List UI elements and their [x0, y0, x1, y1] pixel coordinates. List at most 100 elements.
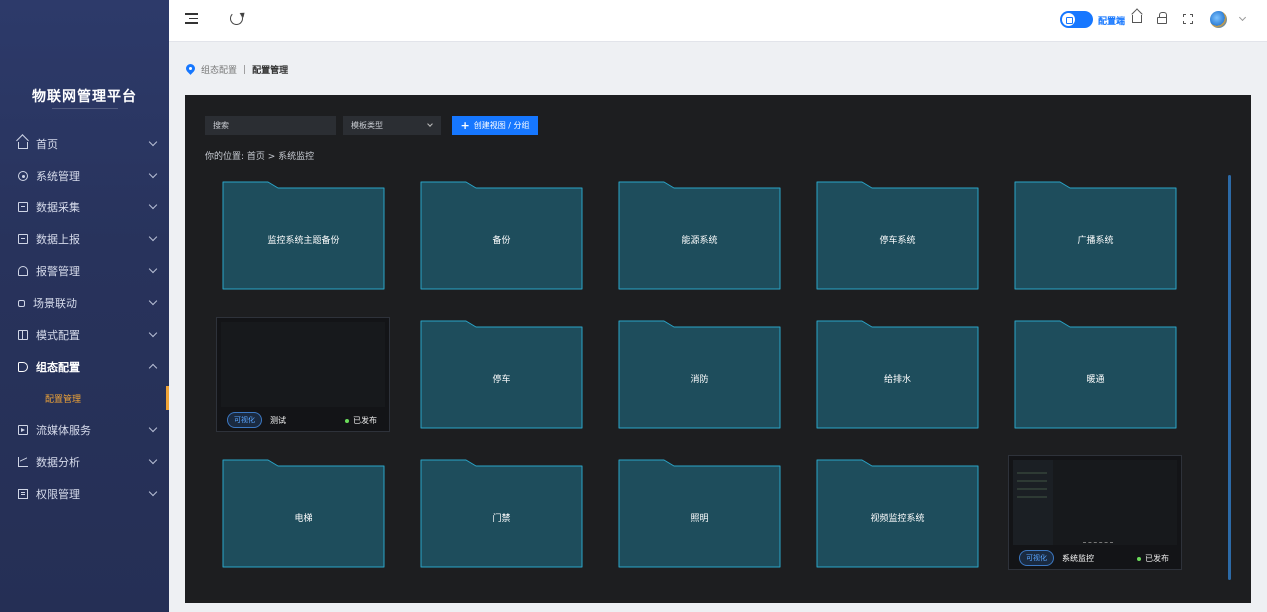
folder-item[interactable]: 电梯	[222, 459, 385, 571]
chevron-down-icon	[148, 487, 158, 497]
sidebar-item-permissions[interactable]: 权限管理	[0, 482, 169, 506]
thumbnail-sidebar	[1013, 460, 1053, 545]
app-logo-title: 物联网管理平台	[32, 89, 137, 105]
sidebar-item-home[interactable]: 首页	[0, 132, 169, 156]
video-icon	[18, 425, 28, 435]
lock-icon[interactable]	[1157, 12, 1167, 24]
sidebar-item-label: 场景联动	[33, 297, 77, 310]
toggle-label[interactable]: 配置端	[1098, 14, 1125, 27]
breadcrumb-current: 配置管理	[252, 66, 289, 76]
folder-label: 给排水	[883, 375, 911, 385]
breadcrumb-parent[interactable]: 组态配置	[201, 63, 237, 76]
folder-item[interactable]: 备份	[420, 181, 583, 293]
sidebar-item-label: 组态配置	[36, 361, 80, 374]
config-mode-toggle[interactable]	[1060, 11, 1093, 28]
sidebar-item-label: 权限管理	[36, 488, 80, 501]
chevron-down-icon	[148, 200, 158, 210]
sidebar-subitem-label: 配置管理	[45, 394, 82, 405]
select-value: 模板类型	[351, 121, 383, 130]
sidebar-item-analytics[interactable]: 数据分析	[0, 450, 169, 474]
refresh-icon[interactable]	[230, 12, 243, 25]
sidebar-item-media[interactable]: 流媒体服务	[0, 418, 169, 442]
tool-icon	[18, 362, 28, 372]
collapse-menu-icon[interactable]	[185, 13, 198, 24]
top-header: 配置端	[169, 0, 1267, 42]
folder-item[interactable]: 停车	[420, 320, 583, 432]
sidebar-subitem-config-manage[interactable]: 配置管理	[0, 386, 169, 410]
sidebar-item-label: 报警管理	[36, 265, 80, 278]
folder-item[interactable]: 视频监控系统	[816, 459, 979, 571]
upload-icon	[18, 234, 28, 244]
chevron-down-icon	[148, 137, 158, 147]
chevron-down-icon	[148, 455, 158, 465]
folder-label: 暖通	[1086, 375, 1105, 385]
sidebar-item-data-collect[interactable]: 数据采集	[0, 195, 169, 219]
view-card[interactable]: 可视化 系统监控 已发布	[1008, 455, 1182, 570]
chevron-down-icon	[148, 328, 158, 338]
sidebar-item-label: 数据上报	[36, 233, 80, 246]
folder-label: 消防	[690, 375, 709, 385]
folder-item[interactable]: 照明	[618, 459, 781, 571]
home-icon[interactable]	[1132, 15, 1142, 23]
chevron-down-icon	[148, 423, 158, 433]
fullscreen-icon[interactable]	[1183, 14, 1193, 24]
status-badge: 已发布	[1137, 553, 1169, 564]
bell-icon	[18, 266, 28, 276]
template-type-select[interactable]: 模板类型	[343, 116, 441, 135]
create-button-label: 创建视图 / 分组	[473, 121, 530, 130]
sidebar-item-label: 模式配置	[36, 329, 80, 342]
folder-label: 广播系统	[1077, 236, 1114, 246]
folder-item[interactable]: 广播系统	[1014, 181, 1177, 293]
sidebar-item-label: 系统管理	[36, 170, 80, 183]
avatar[interactable]	[1210, 11, 1227, 28]
sidebar-item-scene-link[interactable]: 场景联动	[0, 291, 169, 315]
sidebar: 物联网管理平台 首页 系统管理 数据采集 数据上报 报警管理 场景联动 模式配置…	[0, 0, 169, 612]
view-name: 测试	[270, 416, 286, 425]
sidebar-item-label: 数据采集	[36, 201, 80, 214]
type-badge: 可视化	[1019, 550, 1054, 566]
sidebar-item-data-report[interactable]: 数据上报	[0, 227, 169, 251]
plus-icon: +	[460, 119, 470, 132]
folder-label: 备份	[492, 236, 511, 246]
chevron-down-icon	[148, 232, 158, 242]
folder-label: 能源系统	[681, 236, 718, 246]
sidebar-item-config[interactable]: 组态配置	[0, 355, 169, 379]
folder-item[interactable]: 门禁	[420, 459, 583, 571]
sidebar-item-alarm[interactable]: 报警管理	[0, 259, 169, 283]
sidebar-item-label: 数据分析	[36, 456, 80, 469]
breadcrumb-separator: |	[243, 64, 247, 75]
folder-label: 视频监控系统	[870, 514, 925, 524]
search-input[interactable]	[205, 116, 336, 135]
folder-label: 电梯	[294, 514, 313, 524]
sidebar-item-label: 首页	[36, 138, 58, 151]
sidebar-item-system[interactable]: 系统管理	[0, 164, 169, 188]
scrollbar[interactable]	[1228, 175, 1231, 580]
home-icon	[18, 142, 28, 149]
view-name: 系统监控	[1062, 554, 1094, 563]
logo-divider	[52, 108, 118, 109]
chevron-up-icon	[148, 363, 158, 373]
folder-item[interactable]: 给排水	[816, 320, 979, 432]
view-card[interactable]: 可视化 测试 已发布	[216, 317, 390, 432]
folder-item[interactable]: 能源系统	[618, 181, 781, 293]
chevron-down-icon	[148, 296, 158, 306]
folder-label: 停车系统	[879, 236, 916, 246]
folder-item[interactable]: 监控系统主题备份	[222, 181, 385, 293]
folder-label: 照明	[690, 514, 709, 524]
sidebar-item-mode-config[interactable]: 模式配置	[0, 323, 169, 347]
content-panel: 模板类型 + 创建视图 / 分组 你的位置: 首页 > 系统监控 监控系统主题备…	[185, 95, 1251, 603]
gear-icon	[18, 171, 28, 181]
breadcrumb: 组态配置 | 配置管理	[186, 63, 288, 76]
view-thumbnail	[221, 322, 385, 407]
folder-item[interactable]: 停车系统	[816, 181, 979, 293]
folder-label: 停车	[492, 375, 511, 385]
thumbnail-divider	[1083, 542, 1113, 543]
create-view-button[interactable]: + 创建视图 / 分组	[452, 116, 538, 135]
chart-icon	[18, 457, 28, 467]
folder-item[interactable]: 消防	[618, 320, 781, 432]
toggle-knob-icon	[1062, 13, 1075, 26]
folder-item[interactable]: 暖通	[1014, 320, 1177, 432]
link-icon	[18, 299, 25, 307]
view-thumbnail	[1013, 460, 1177, 545]
chevron-down-icon[interactable]	[1238, 13, 1247, 22]
